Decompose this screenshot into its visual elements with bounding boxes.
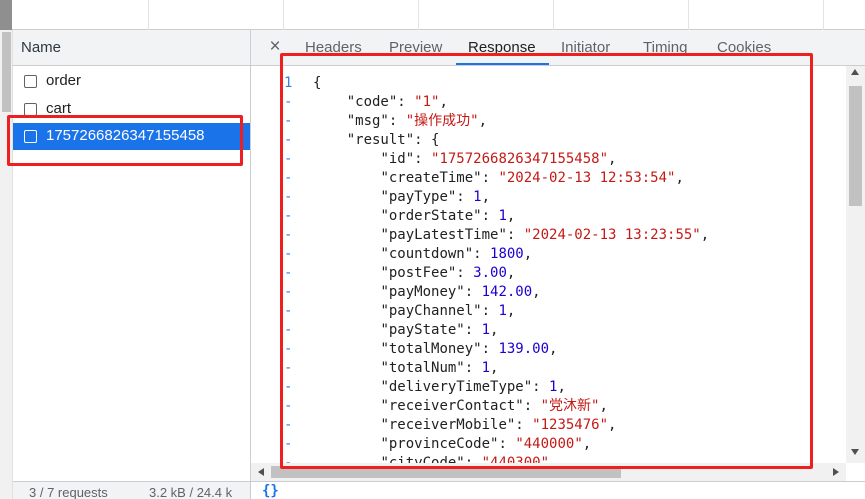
- name-column-label: Name: [21, 39, 62, 56]
- request-name: order: [46, 72, 82, 89]
- request-list-scrollbar[interactable]: [0, 30, 13, 499]
- scroll-left-icon[interactable]: [258, 468, 264, 476]
- waterfall-gridline: [553, 0, 554, 30]
- request-row-order[interactable]: order: [13, 68, 250, 95]
- pretty-print-icon[interactable]: {}: [262, 483, 279, 499]
- scrollbar-thumb[interactable]: [849, 86, 862, 206]
- waterfall-gridline: [688, 0, 689, 30]
- waterfall-gridline: [148, 0, 149, 30]
- name-column-header[interactable]: Name: [13, 30, 250, 66]
- annotation-box: [280, 53, 813, 469]
- waterfall-gridline: [823, 0, 824, 30]
- scroll-up-icon[interactable]: [851, 69, 859, 75]
- response-footer: {}: [251, 481, 865, 499]
- network-status-bar: 3 / 7 requests 3.2 kB / 24.4 k: [13, 481, 250, 499]
- scroll-right-icon[interactable]: [833, 468, 839, 476]
- scroll-down-icon[interactable]: [851, 449, 859, 455]
- request-icon: [24, 75, 37, 88]
- request-count: 3 / 7 requests: [29, 485, 108, 499]
- waterfall-strip: [0, 0, 865, 30]
- response-vertical-scrollbar[interactable]: [846, 66, 865, 463]
- scrollbar-thumb[interactable]: [2, 32, 11, 112]
- waterfall-gridline: [418, 0, 419, 30]
- annotation-box: [7, 115, 243, 166]
- transfer-size: 3.2 kB / 24.4 k: [149, 485, 233, 499]
- waterfall-left-bar: [0, 0, 12, 30]
- waterfall-gridline: [283, 0, 284, 30]
